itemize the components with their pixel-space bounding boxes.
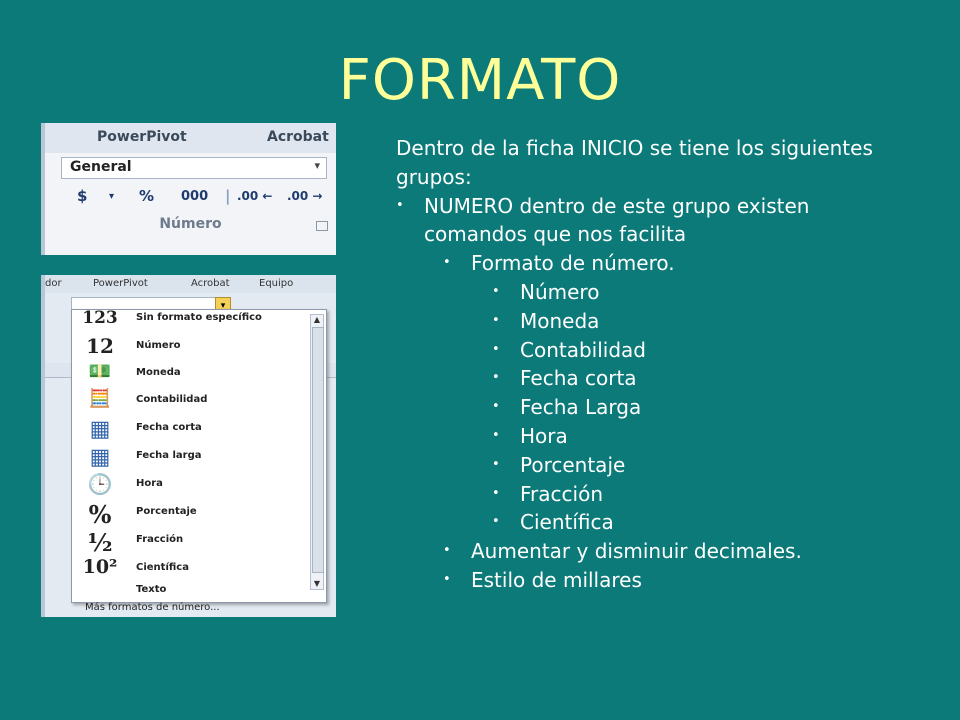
- fraction-icon: ½: [87, 528, 113, 557]
- intro-paragraph: Dentro de la ficha INICIO se tiene los s…: [396, 136, 873, 189]
- dropdown-ribbon-tabs: dor PowerPivot Acrobat Equipo: [45, 275, 336, 293]
- dropdown-tab-equipo: Equipo: [259, 278, 294, 289]
- ribbon-tab-acrobat: Acrobat: [267, 129, 329, 145]
- menu-item-contabilidad: 🧮 Contabilidad: [80, 388, 292, 416]
- bullet-numero: NUMERO dentro de este grupo existen coma…: [396, 192, 916, 250]
- dropdown-tab-acrobat: Acrobat: [191, 278, 230, 289]
- menu-item-fecha-larga: ▦ Fecha larga: [80, 444, 292, 472]
- number-format-value: General: [70, 159, 132, 175]
- ribbon-number-buttons: $ ▾ % 000 | .00 ← .00 →: [45, 185, 336, 211]
- bullet-fraccion: Fracción: [396, 480, 916, 509]
- slide-body: Dentro de la ficha INICIO se tiene los s…: [396, 134, 916, 595]
- accounting-icon: 🧮: [88, 388, 112, 409]
- number-123-icon: 123: [82, 308, 118, 328]
- scrollbar-thumb: [312, 327, 324, 573]
- decrease-decimal-button: .00 →: [287, 189, 323, 203]
- menu-item-label: Sin formato específico: [136, 312, 262, 323]
- menu-item-fraccion: ½ Fracción: [80, 528, 292, 557]
- menu-item-label: Fracción: [136, 534, 184, 545]
- bullet-aumentar-disminuir: Aumentar y disminuir decimales.: [396, 537, 916, 566]
- bullet-contabilidad: Contabilidad: [396, 336, 916, 365]
- ribbon-number-group-image: PowerPivot Acrobat General ▾ $ ▾ % 000 |…: [41, 123, 336, 255]
- menu-item-label: Científica: [136, 562, 189, 573]
- dropdown-tab-powerpivot: PowerPivot: [93, 278, 148, 289]
- menu-item-label: Fecha larga: [136, 450, 202, 461]
- slide-title: FORMATO: [338, 48, 622, 113]
- increase-decimal-button: .00 ←: [237, 189, 273, 203]
- bullet-estilo-millares: Estilo de millares: [396, 566, 916, 595]
- bullet-formato-numero: Formato de número.: [396, 249, 916, 278]
- thousands-button: 000: [181, 189, 209, 204]
- percent-icon: %: [88, 500, 112, 529]
- clock-icon: 🕒: [87, 472, 113, 496]
- chevron-down-icon: ▾: [314, 159, 320, 172]
- scroll-down-icon: ▼: [313, 579, 321, 588]
- menu-item-hora: 🕒 Hora: [80, 472, 292, 500]
- menu-item-moneda: 💵 Moneda: [80, 361, 292, 389]
- bullet-moneda: Moneda: [396, 307, 916, 336]
- more-number-formats-link: Más formatos de número...: [85, 602, 220, 613]
- dropdown-tab-partial: dor: [45, 278, 62, 289]
- ribbon-tabs: PowerPivot Acrobat: [45, 123, 336, 153]
- money-icon: 💵: [88, 361, 112, 382]
- menu-item-sin-formato: 123 Sin formato específico: [80, 308, 292, 336]
- scientific-icon: 10²: [82, 556, 118, 578]
- ribbon-group-label: Número: [159, 216, 222, 232]
- calendar-icon: ▦: [89, 416, 111, 442]
- percent-button: %: [139, 187, 155, 205]
- bullet-fecha-corta: Fecha corta: [396, 364, 916, 393]
- number-format-dropdown-image: dor PowerPivot Acrobat Equipo ▾ 123 Sin …: [41, 275, 336, 617]
- dialog-launcher-icon: [316, 221, 328, 231]
- menu-item-porcentaje: % Porcentaje: [80, 500, 292, 529]
- bullet-porcentaje: Porcentaje: [396, 451, 916, 480]
- bullet-numero-item: Número: [396, 278, 916, 307]
- calendar-icon: ▦: [89, 444, 111, 470]
- ribbon-separator: |: [225, 187, 231, 205]
- menu-item-numero: 12 Número: [80, 334, 292, 362]
- menu-scrollbar: ▲ ▼: [310, 314, 324, 590]
- menu-item-fecha-corta: ▦ Fecha corta: [80, 416, 292, 444]
- number-format-combo: General ▾: [61, 157, 327, 179]
- menu-item-label: Moneda: [136, 367, 181, 378]
- bullet-cientifica: Científica: [396, 508, 916, 537]
- menu-item-label: Texto: [136, 584, 167, 595]
- ribbon-tab-powerpivot: PowerPivot: [97, 129, 187, 145]
- number-format-menu: 123 Sin formato específico 12 Número 💵 M…: [71, 308, 327, 603]
- menu-item-label: Contabilidad: [136, 394, 208, 405]
- bullet-hora: Hora: [396, 422, 916, 451]
- number-12-icon: 12: [86, 334, 114, 358]
- menu-item-cientifica: 10² Científica: [80, 556, 292, 584]
- menu-item-label: Fecha corta: [136, 422, 202, 433]
- currency-button: $: [77, 187, 88, 205]
- menu-item-label: Porcentaje: [136, 506, 197, 517]
- menu-item-label: Hora: [136, 478, 163, 489]
- menu-item-label: Número: [136, 340, 181, 351]
- chevron-down-icon: ▾: [109, 191, 115, 202]
- scroll-up-icon: ▲: [313, 315, 321, 324]
- bullet-fecha-larga: Fecha Larga: [396, 393, 916, 422]
